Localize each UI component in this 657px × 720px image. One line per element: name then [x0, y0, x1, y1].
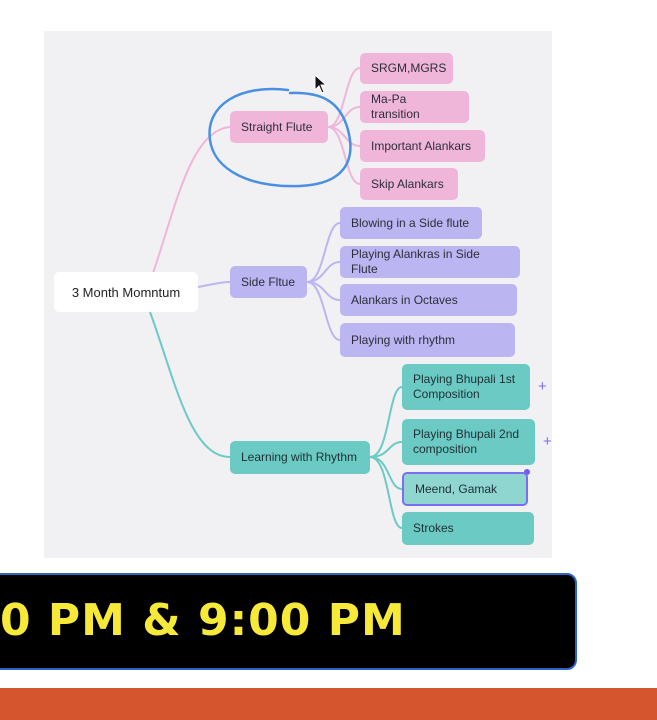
topic-srgm-mgrs[interactable]: SRGM,MGRS — [360, 53, 453, 84]
topic-skip-alankars[interactable]: Skip Alankars — [360, 168, 458, 200]
branch-side-flute[interactable]: Side Fltue — [230, 266, 307, 298]
topic-important-alankars[interactable]: Important Alankars — [360, 130, 485, 162]
topic-strokes[interactable]: Strokes — [402, 512, 534, 545]
expand-plus-icon[interactable]: + — [543, 434, 552, 449]
branch-straight-flute[interactable]: Straight Flute — [230, 111, 328, 143]
topic-playing-alankras-side-flute[interactable]: Playing Alankras in Side Flute — [340, 246, 520, 278]
topic-playing-with-rhythm[interactable]: Playing with rhythm — [340, 323, 515, 357]
mouse-pointer-icon — [314, 74, 328, 94]
topic-meend-gamak[interactable]: Meend, Gamak — [402, 472, 528, 506]
topic-bhupali-2nd-composition[interactable]: Playing Bhupali 2nd composition — [402, 419, 535, 465]
topic-ma-pa-transition[interactable]: Ma-Pa transition — [360, 91, 469, 123]
expand-plus-icon[interactable]: + — [538, 379, 547, 394]
topic-blowing-side-flute[interactable]: Blowing in a Side flute — [340, 207, 482, 239]
topic-bhupali-1st-composition[interactable]: Playing Bhupali 1st Composition — [402, 364, 530, 410]
bottom-stripe — [0, 688, 657, 720]
branch-learning-with-rhythm[interactable]: Learning with Rhythm — [230, 441, 370, 474]
root-node[interactable]: 3 Month Momntum — [54, 272, 198, 312]
banner-time-text: 0 PM & 9:00 PM — [0, 595, 406, 646]
topic-alankars-octaves[interactable]: Alankars in Octaves — [340, 284, 517, 316]
